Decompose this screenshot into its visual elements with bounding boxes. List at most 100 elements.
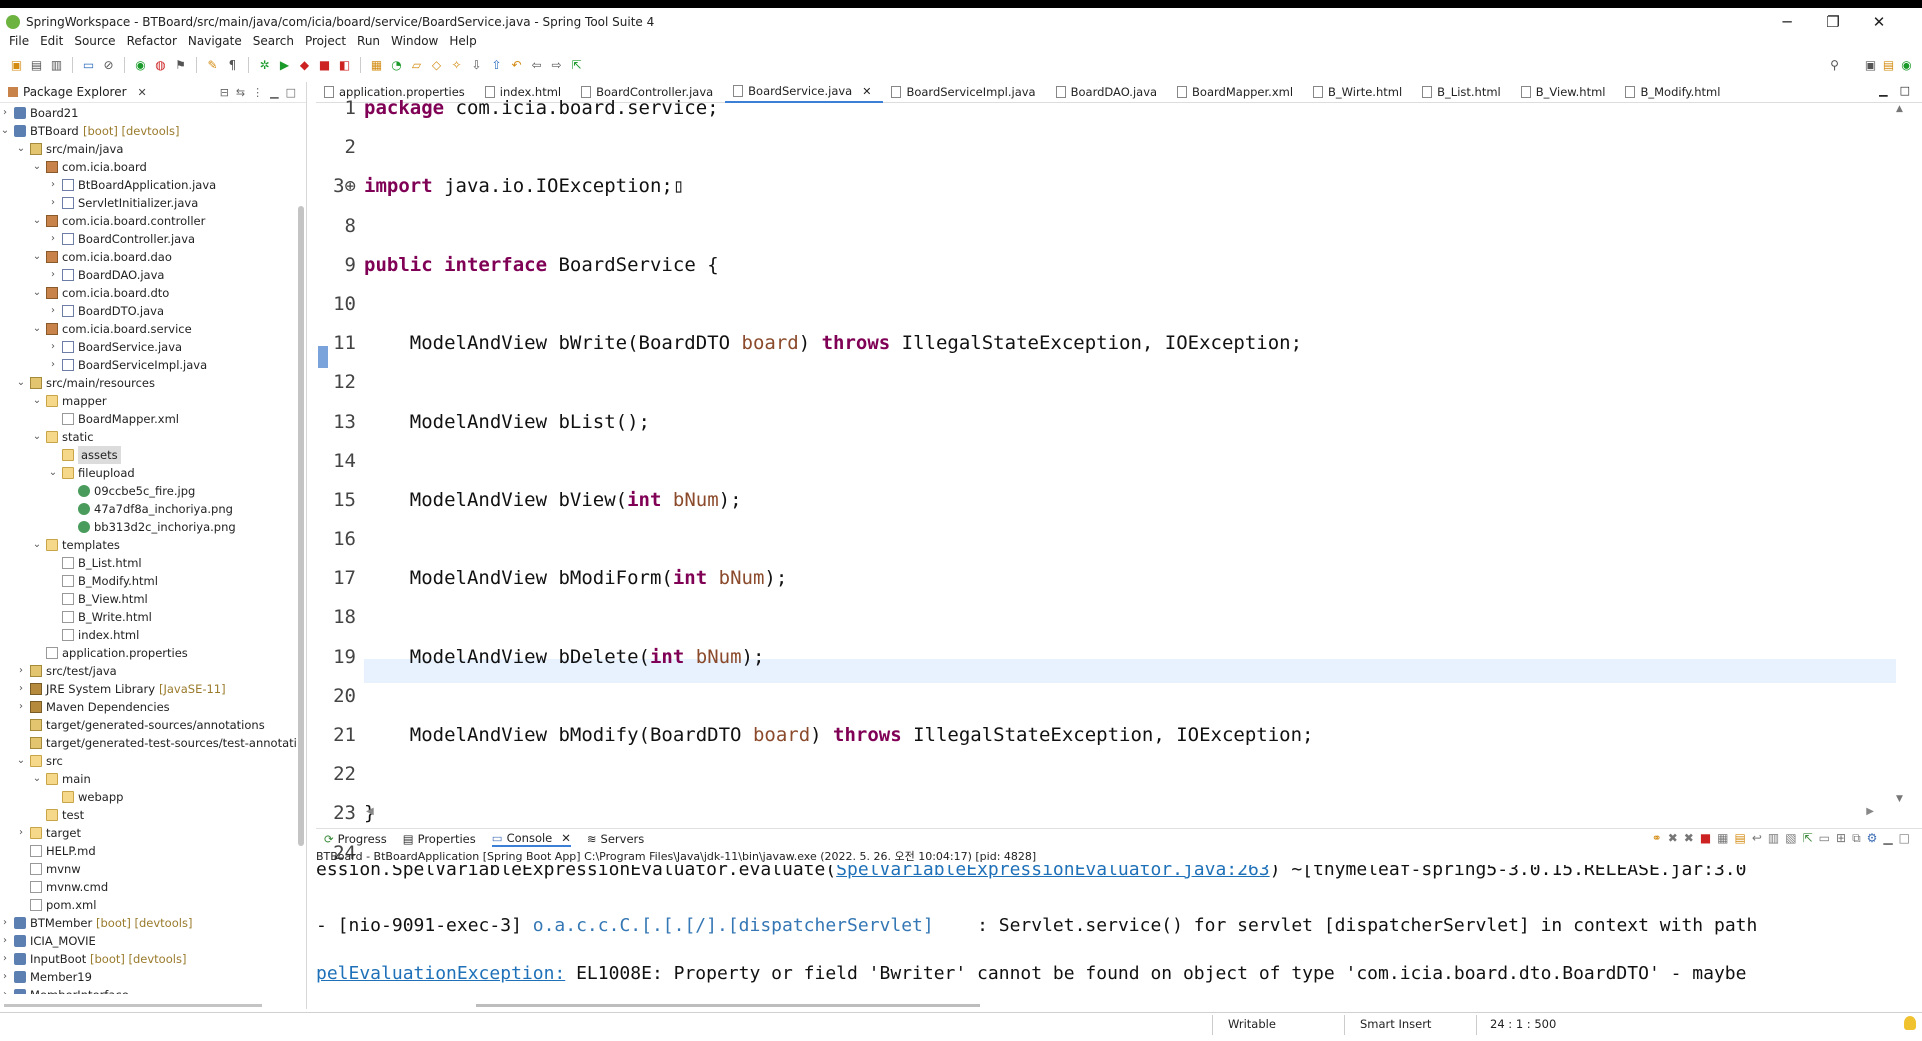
run-icon[interactable]: ▶: [276, 57, 293, 74]
tree-item[interactable]: mvnw: [0, 860, 296, 878]
menu-navigate[interactable]: Navigate: [185, 34, 250, 50]
skip-breakpoints-icon[interactable]: ⊘: [100, 57, 117, 74]
scroll-left-icon[interactable]: ◀: [366, 806, 374, 817]
menu-source[interactable]: Source: [71, 34, 123, 50]
code-line[interactable]: 1 package com.icia.board.service;: [316, 96, 1896, 120]
console-settings-icon[interactable]: ⚙: [1867, 831, 1878, 846]
tree-item[interactable]: ⌄ com.icia.board.dao: [0, 248, 296, 266]
code-line[interactable]: 20: [316, 684, 1896, 708]
editor-scrollbar[interactable]: ▲ ▼: [1896, 104, 1908, 804]
search-task-icon[interactable]: ✧: [448, 57, 465, 74]
tree-item[interactable]: HELP.md: [0, 842, 296, 860]
menu-run[interactable]: Run: [354, 34, 388, 50]
tree-item[interactable]: › MemberInterface: [0, 986, 296, 994]
chevron-right-icon[interactable]: ›: [0, 104, 10, 122]
chevron-right-icon[interactable]: ›: [48, 230, 58, 248]
chevron-down-icon[interactable]: ⌄: [16, 140, 26, 158]
tree-item[interactable]: › BoardService.java: [0, 338, 296, 356]
chevron-right-icon[interactable]: ›: [48, 176, 58, 194]
chevron-right-icon[interactable]: ›: [16, 680, 26, 698]
code-line[interactable]: 9 public interface BoardService {: [316, 253, 1896, 277]
new-icon[interactable]: ▣: [8, 57, 25, 74]
tree-item[interactable]: ⌄ com.icia.board.service: [0, 320, 296, 338]
toggle-mark-icon[interactable]: ✎: [204, 57, 221, 74]
chevron-down-icon[interactable]: ⌄: [32, 284, 42, 302]
open-console-icon[interactable]: ⊞: [1836, 831, 1846, 846]
chevron-right-icon[interactable]: ›: [16, 662, 26, 680]
tree-item[interactable]: ⌄ static: [0, 428, 296, 446]
new-class-icon[interactable]: ◔: [388, 57, 405, 74]
tree-item[interactable]: target/generated-test-sources/test-annot…: [0, 734, 296, 752]
chevron-right-icon[interactable]: ›: [0, 968, 10, 986]
tree-item[interactable]: › Board21: [0, 104, 296, 122]
tree-item[interactable]: B_View.html: [0, 590, 296, 608]
tree-item[interactable]: application.properties: [0, 644, 296, 662]
tree-item[interactable]: 09ccbe5c_fire.jpg: [0, 482, 296, 500]
chevron-down-icon[interactable]: ⌄: [16, 752, 26, 770]
terminate-icon[interactable]: ■: [1700, 831, 1711, 846]
tree-item[interactable]: pom.xml: [0, 896, 296, 914]
last-edit-icon[interactable]: ↶: [508, 57, 525, 74]
menu-edit[interactable]: Edit: [37, 34, 71, 50]
minimize-console-icon[interactable]: ▁: [1883, 831, 1892, 846]
menu-search[interactable]: Search: [250, 34, 302, 50]
tree-item[interactable]: 47a7df8a_inchoriya.png: [0, 500, 296, 518]
maximize-editor-icon[interactable]: □: [1900, 84, 1910, 97]
java-perspective-icon[interactable]: ▤: [1880, 56, 1897, 73]
code-line[interactable]: 13 ModelAndView bList();: [316, 410, 1896, 434]
chevron-right-icon[interactable]: ›: [16, 824, 26, 842]
chevron-right-icon[interactable]: ›: [0, 932, 10, 950]
code-line[interactable]: 16: [316, 527, 1896, 551]
scroll-down-icon[interactable]: ▼: [1896, 794, 1903, 804]
tree-item[interactable]: › BoardDAO.java: [0, 266, 296, 284]
code-line[interactable]: 3⊕ import java.io.IOException;▯: [316, 174, 1896, 198]
code-line[interactable]: 2: [316, 135, 1896, 159]
display-console-icon[interactable]: ▭: [1819, 831, 1830, 846]
tab-console[interactable]: ▭ Console ✕: [491, 831, 571, 847]
chevron-right-icon[interactable]: ›: [48, 194, 58, 212]
tree-item[interactable]: mvnw.cmd: [0, 878, 296, 896]
scroll-up-icon[interactable]: ▲: [1896, 104, 1903, 114]
back-icon[interactable]: ⇦: [528, 57, 545, 74]
save-icon[interactable]: ▤: [28, 57, 45, 74]
console-link[interactable]: SpelVariableExpressionEvaluator.java:263: [836, 865, 1269, 880]
chevron-down-icon[interactable]: ⌄: [32, 320, 42, 338]
boot-dashboard-icon[interactable]: ◉: [132, 57, 149, 74]
tree-item[interactable]: index.html: [0, 626, 296, 644]
tree-item[interactable]: ⌄ src: [0, 752, 296, 770]
chevron-down-icon[interactable]: ⌄: [32, 158, 42, 176]
open-folder-icon[interactable]: ▱: [408, 57, 425, 74]
new-package-icon[interactable]: ▦: [368, 57, 385, 74]
maximize-button[interactable]: ❐: [1810, 8, 1856, 36]
spring-perspective-icon[interactable]: ◉: [1898, 56, 1915, 73]
tip-bulb-icon[interactable]: [1904, 1016, 1916, 1030]
link-icon[interactable]: ⚭: [1652, 831, 1662, 846]
debug-icon[interactable]: ✲: [256, 57, 273, 74]
word-wrap-icon[interactable]: ↩: [1752, 831, 1762, 846]
close-window-button[interactable]: ✕: [1856, 8, 1902, 36]
chevron-down-icon[interactable]: ⌄: [0, 122, 10, 140]
chevron-down-icon[interactable]: ⌄: [32, 536, 42, 554]
remove-all-icon[interactable]: ✖: [1684, 831, 1694, 846]
tree-item[interactable]: ⌄ com.icia.board: [0, 158, 296, 176]
menu-file[interactable]: File: [6, 34, 37, 50]
tree-item[interactable]: › target: [0, 824, 296, 842]
tree-item[interactable]: ⌄ com.icia.board.controller: [0, 212, 296, 230]
console-hscrollbar[interactable]: [476, 1004, 980, 1007]
link-editor-icon[interactable]: ⇆: [236, 86, 245, 99]
console-link[interactable]: pelEvaluationException:: [316, 963, 565, 984]
clear-console-icon[interactable]: ▦: [1717, 831, 1728, 846]
code-line[interactable]: 10: [316, 292, 1896, 316]
next-annotation-icon[interactable]: ⇩: [468, 57, 485, 74]
menu-window[interactable]: Window: [388, 34, 446, 50]
tree-item[interactable]: ⌄ com.icia.board.dto: [0, 284, 296, 302]
scroll-lock-icon[interactable]: ▤: [1735, 831, 1746, 846]
chevron-down-icon[interactable]: ⌄: [16, 374, 26, 392]
tree-item[interactable]: ⌄ main: [0, 770, 296, 788]
chevron-right-icon[interactable]: ›: [0, 986, 10, 994]
chevron-down-icon[interactable]: ⌄: [32, 392, 42, 410]
relaunch-app-icon[interactable]: ◧: [336, 57, 353, 74]
code-line[interactable]: 22: [316, 762, 1896, 786]
tree-item[interactable]: ⌄ src/main/java: [0, 140, 296, 158]
code-line[interactable]: 11 ModelAndView bWrite(BoardDTO board) t…: [316, 331, 1896, 355]
